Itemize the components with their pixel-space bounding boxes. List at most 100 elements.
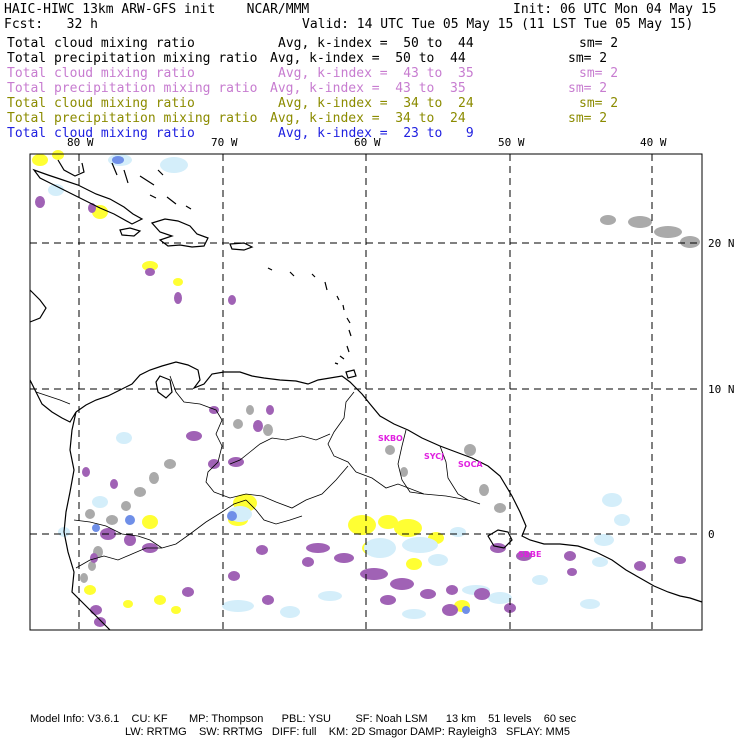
lightblue-field-patch [450,527,466,537]
yellow-field-patch [123,600,133,608]
lightblue-field-patch [602,493,622,507]
yellow-field-patch [52,150,64,160]
lat-label: 10 N [708,383,735,396]
purple-field-patch [228,571,240,581]
station-labels: SKBO SYCJ SOCA SBBE [378,434,541,559]
gray-field-patch [464,444,476,456]
purple-field-patch [182,587,194,597]
station-label: SKBO [378,434,403,443]
lat-label: 0 [708,528,715,541]
river-orinoco [229,433,331,465]
lightblue-field-patch [280,606,300,618]
purple-field-patch [420,589,436,599]
gray-field-patch [149,472,159,484]
purple-field-patch [256,545,268,555]
purple-field-patch [442,604,458,616]
purple-field-patch [145,268,155,276]
gray-field-patch [164,459,176,469]
coastline-cuba [32,168,144,225]
purple-field-patch [82,467,90,477]
gray-field-patch [106,515,118,525]
purple-field-patch [262,595,274,605]
purple-field-patch [390,578,414,590]
coastline-lake-maracaibo [155,375,173,399]
lat-label: 20 N [708,237,735,250]
coastline-florida [57,159,85,177]
lightblue-field-patch [402,609,426,619]
lightblue-field-patch [592,557,608,567]
purple-field-patch [567,568,577,576]
station-label: SOCA [458,460,483,469]
purple-field-patch [446,585,458,595]
purple-field-patch [674,556,686,564]
lightblue-field-patch [116,432,132,444]
gray-field-patch [134,487,146,497]
coastline-puerto-rico [229,242,254,251]
yellow-field-patch [348,515,376,535]
purple-field-patch [253,420,263,432]
lightblue-field-patch [614,514,630,526]
coastline-jamaica [119,227,142,237]
yellow-field-patch [406,558,422,570]
forecast-map: 80 W 70 W 60 W 50 W 40 W 20 N 10 N 0 SKB… [29,136,735,631]
lightblue-field-patch [594,534,614,546]
purple-field-patch [380,595,396,605]
lon-label: 80 W [67,136,94,149]
lightblue-field-patch [580,599,600,609]
coastline-pacific [63,411,111,631]
blue-field-patch [112,156,124,164]
gray-field-patch [385,445,395,455]
purple-field-patch [302,557,314,567]
axis-labels: 80 W 70 W 60 W 50 W 40 W 20 N 10 N 0 [67,136,735,541]
purple-field-patch [94,617,106,627]
yellow-field-patch [171,606,181,614]
purple-field-patch [306,543,330,553]
lightblue-field-patch [160,157,188,173]
lightblue-field-patch [488,592,512,604]
model-info-line1: Model Info: V3.6.1 CU: KF MP: Thompson P… [30,713,577,725]
gray-field-patch [654,226,682,238]
gray-field-patch [121,501,131,511]
gray-field-patch [246,405,254,415]
yellow-field-patch [173,278,183,286]
purple-field-patch [228,295,236,305]
purple-field-patch [474,588,490,600]
border-venezuela-guyana [327,391,357,473]
gray-field-patch [494,503,506,513]
station-label: SYCJ [424,452,444,461]
yellow-field-patch [32,154,48,166]
purple-field-patch [334,553,354,563]
lightblue-field-patch [318,591,342,601]
border-brazil-north [355,471,481,505]
purple-field-patch [174,292,182,304]
border-suriname-fguiana [439,445,469,501]
gray-field-patch [263,424,273,436]
purple-field-patch [360,568,388,580]
coastline-trinidad [345,369,357,379]
purple-field-patch [634,561,646,571]
gray-field-patch [628,216,652,228]
yellow-field-patch [142,515,158,529]
gray-field-patch [600,215,616,225]
purple-field-patch [35,196,45,208]
lightblue-field-patch [364,538,396,558]
lightblue-field-patch [402,537,438,553]
model-info-line2: LW: RRTMG SW: RRTMG DIFF: full KM: 2D Sm… [125,726,570,738]
blue-field-patch [125,515,135,525]
coastline-south-america-north [75,361,703,603]
blue-field-patch [92,524,100,532]
coastline-central-america [29,289,77,423]
purple-field-patch [564,551,576,561]
lightblue-field-patch [92,496,108,508]
yellow-field-patch [84,585,96,595]
gray-field-patch [233,419,243,429]
blue-field-patch [227,511,237,521]
lightblue-field-patch [222,600,254,612]
lon-label: 70 W [211,136,238,149]
station-label: SBBE [518,550,541,559]
purple-field-patch [266,405,274,415]
lon-label: 60 W [354,136,381,149]
coastline-lesser-antilles [267,267,352,365]
yellow-field-patch [154,595,166,605]
lightblue-field-patch [532,575,548,585]
